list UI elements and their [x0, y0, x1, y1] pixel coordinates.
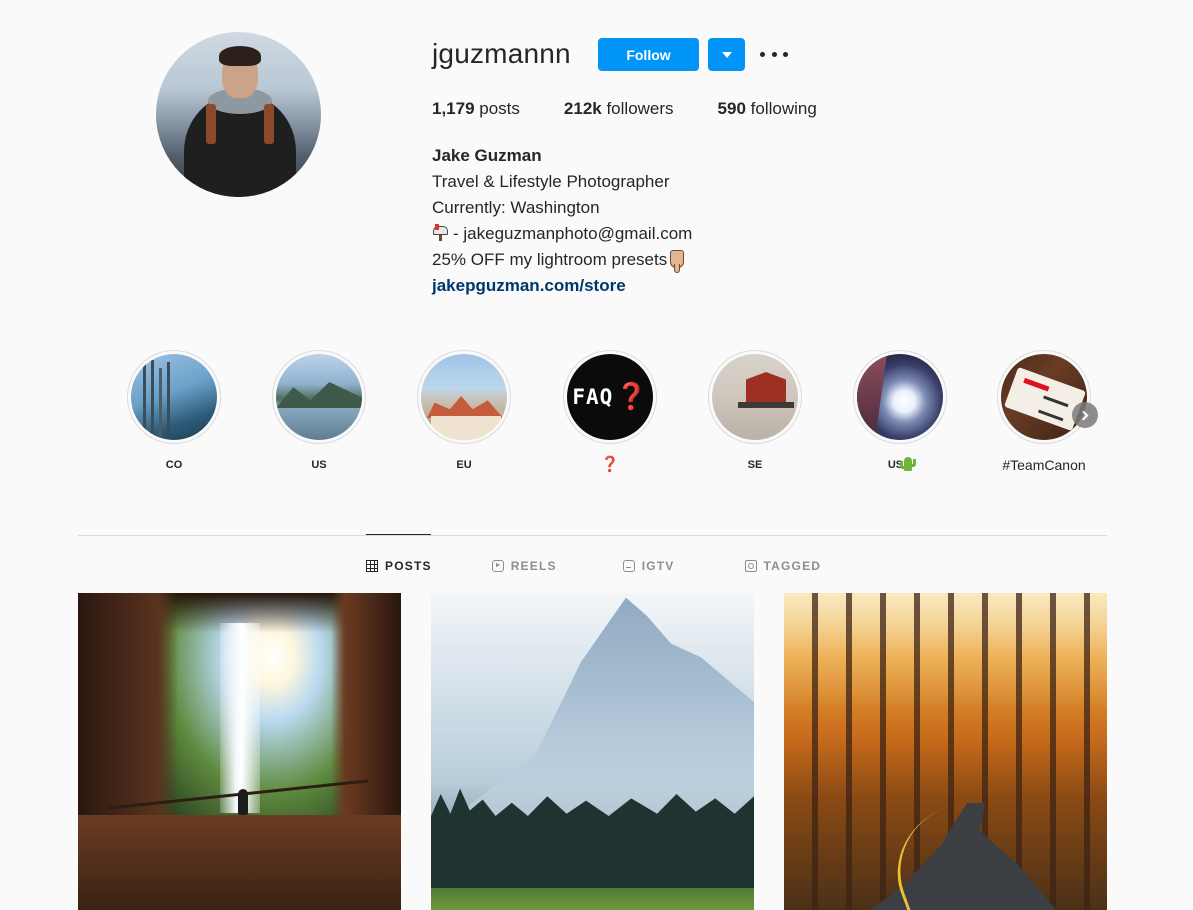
highlight-cover	[857, 354, 943, 440]
faq-cover-text: FAQ	[572, 385, 614, 409]
bio-line-location: Currently: Washington	[432, 198, 600, 217]
following-count-label: following	[745, 99, 817, 118]
active-tab-indicator	[366, 534, 431, 535]
highlight-se[interactable]: SE	[707, 350, 803, 474]
highlight-label: EU	[456, 459, 472, 471]
chevron-right-icon	[1078, 410, 1089, 420]
grid-icon	[366, 560, 378, 572]
more-dot	[771, 51, 777, 57]
profile-full-name: Jake Guzman	[432, 146, 542, 165]
tab-label: IGTV	[641, 559, 675, 573]
highlight-ring	[708, 350, 802, 444]
caret-down-icon	[721, 51, 732, 58]
highlight-ring	[417, 350, 511, 444]
bio-website-link[interactable]: jakepguzman.com/store	[432, 273, 692, 299]
highlight-ring: FAQ ❓	[563, 350, 657, 444]
avatar-hair	[219, 46, 261, 66]
pointing-down-icon	[670, 250, 685, 273]
bio-line-promo: 25% OFF my lightroom presets	[432, 247, 692, 273]
highlight-eu[interactable]: EU	[416, 350, 512, 474]
follow-button[interactable]: Follow	[598, 38, 699, 71]
mountain	[461, 597, 754, 823]
highlight-cover	[1001, 354, 1087, 440]
posts-count: 1,179 posts	[432, 99, 520, 119]
profile-tabs: POSTS REELS IGTV TAGGED	[366, 557, 881, 575]
tab-label: POSTS	[385, 559, 432, 573]
highlight-faq[interactable]: FAQ ❓ ❓	[562, 350, 658, 474]
story-highlights: CO US EU FAQ ❓ ❓ SE US #TeamCanon	[124, 350, 1104, 480]
highlight-ring	[853, 350, 947, 444]
person	[238, 789, 248, 815]
suggested-accounts-dropdown-button[interactable]	[708, 38, 745, 71]
tagged-icon	[744, 560, 757, 572]
posts-count-label: posts	[474, 99, 520, 118]
highlight-label: US	[311, 459, 327, 471]
igtv-icon	[622, 560, 635, 572]
question-mark-icon: ❓	[615, 382, 648, 412]
post-thumbnail[interactable]	[784, 593, 1107, 910]
highlight-co[interactable]: CO	[126, 350, 222, 474]
profile-stats: 1,179 posts 212k followers 590 following	[432, 99, 861, 119]
highlight-label: SE	[747, 459, 763, 471]
profile-username: jguzmannn	[432, 38, 571, 69]
followers-count-value: 212k	[563, 99, 602, 118]
post-thumbnail[interactable]	[431, 593, 754, 910]
bio-line-occupation: Travel & Lifestyle Photographer	[432, 172, 670, 191]
bio-email: jakeguzmanphoto@gmail.com	[463, 224, 693, 243]
cactus-icon	[900, 457, 917, 471]
following-link[interactable]: 590 following	[718, 99, 817, 119]
reels-icon	[491, 560, 504, 572]
highlight-label: CO	[165, 459, 183, 471]
highlight-cover	[712, 354, 798, 440]
waterfall	[220, 623, 260, 813]
tab-label: REELS	[510, 559, 557, 573]
highlight-ring	[997, 350, 1091, 444]
tabs-divider	[78, 535, 1107, 536]
highlight-us-cactus[interactable]: US	[852, 350, 948, 474]
tab-reels[interactable]: REELS	[491, 557, 557, 575]
highlight-ring	[127, 350, 221, 444]
profile-bio: Jake Guzman Travel & Lifestyle Photograp…	[432, 143, 692, 299]
highlight-cover	[276, 354, 362, 440]
tab-label: TAGGED	[763, 559, 822, 573]
highlight-label: ❓	[600, 456, 620, 473]
meadow	[431, 888, 754, 910]
highlight-label-with-icon: US	[852, 456, 948, 474]
following-count-value: 590	[717, 99, 746, 118]
tab-tagged[interactable]: TAGGED	[744, 557, 822, 575]
avatar-strap	[264, 104, 274, 144]
avatar-strap	[206, 104, 216, 144]
highlight-cover: FAQ ❓	[567, 354, 653, 440]
highlight-ring	[272, 350, 366, 444]
more-dot	[760, 51, 765, 57]
bio-line-email: - jakeguzmanphoto@gmail.com	[432, 221, 692, 247]
tab-igtv[interactable]: IGTV	[622, 557, 675, 575]
highlights-next-button[interactable]	[1072, 402, 1098, 428]
email-prefix: -	[453, 224, 464, 243]
highlight-label: #TeamCanon	[1002, 457, 1086, 473]
tab-posts[interactable]: POSTS	[366, 557, 432, 575]
highlight-us[interactable]: US	[271, 350, 367, 474]
more-options-button[interactable]	[760, 44, 788, 64]
highlight-cover	[421, 354, 507, 440]
followers-link[interactable]: 212k followers	[564, 99, 674, 119]
more-dot	[783, 51, 788, 57]
post-thumbnail[interactable]	[78, 593, 401, 910]
profile-avatar[interactable]	[156, 32, 321, 197]
followers-count-label: followers	[601, 99, 674, 118]
posts-count-value: 1,179	[432, 99, 475, 118]
highlight-cover	[131, 354, 217, 440]
promo-text: 25% OFF my lightroom presets	[432, 250, 668, 269]
mailbox-icon	[432, 224, 450, 241]
